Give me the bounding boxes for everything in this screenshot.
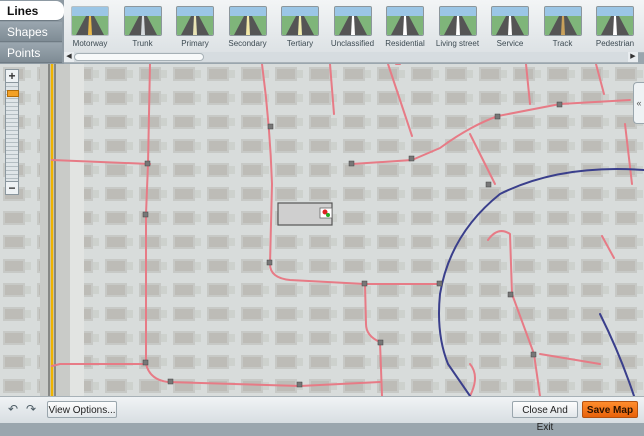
map-image: [0, 64, 644, 396]
road-type-label: Living street: [435, 39, 480, 48]
tab-shapes[interactable]: Shapes: [0, 22, 62, 42]
close-and-exit-button[interactable]: Close And Exit: [512, 401, 578, 433]
secondary-road-icon: [228, 6, 267, 36]
road-type-label: Track: [552, 39, 573, 48]
road-type-label: Secondary: [228, 39, 267, 48]
tertiary-road-icon: [281, 6, 319, 36]
view-options-button[interactable]: View Options...: [47, 401, 117, 418]
road-type-motorway[interactable]: Motorway: [64, 6, 118, 50]
redo-icon[interactable]: ↷: [24, 401, 38, 418]
zoom-out-button[interactable]: −: [5, 181, 19, 195]
scroll-right-arrow-icon[interactable]: ▶: [628, 52, 638, 62]
road-type-label: Motorway: [72, 39, 108, 48]
road-type-secondary[interactable]: Secondary: [220, 6, 276, 50]
tab-lines[interactable]: Lines: [0, 1, 64, 21]
road-type-label: Service: [496, 39, 524, 48]
tab-points[interactable]: Points: [0, 43, 62, 63]
service-road-icon: [491, 6, 529, 36]
road-type-pedestrian[interactable]: Pedestrian: [587, 6, 638, 50]
road-type-list: Motorway Trunk Primary Secondary Tertiary Unc…: [64, 0, 638, 50]
road-type-residential[interactable]: Residential: [377, 6, 433, 50]
road-type-label: Pedestrian: [595, 39, 635, 48]
road-type-label: Trunk: [132, 39, 153, 48]
pedestrian-road-icon: [596, 6, 634, 36]
undo-icon[interactable]: ↶: [6, 401, 20, 418]
scroll-left-arrow-icon[interactable]: ◀: [64, 52, 74, 62]
zoom-control: + −: [5, 69, 19, 195]
map-canvas[interactable]: [0, 64, 644, 396]
road-type-trunk[interactable]: Trunk: [115, 6, 171, 50]
tool-tabs: Lines Shapes Points: [0, 0, 64, 64]
trunk-road-icon: [123, 6, 162, 36]
collapse-panel-icon[interactable]: «: [633, 82, 644, 124]
scroll-thumb[interactable]: [74, 53, 204, 61]
road-type-label: Tertiary: [286, 39, 314, 48]
road-type-unclassified[interactable]: Unclassified: [325, 6, 381, 50]
palette-scrollbar[interactable]: ◀ ▶: [64, 52, 638, 63]
road-type-tertiary[interactable]: Tertiary: [272, 6, 328, 50]
road-type-service[interactable]: Service: [482, 6, 538, 50]
road-type-palette: Motorway Trunk Primary Secondary Tertiary Unc…: [64, 0, 644, 53]
road-type-label: Residential: [385, 39, 425, 48]
zoom-slider-handle[interactable]: [7, 90, 19, 97]
road-type-label: Unclassified: [330, 39, 375, 48]
motorway-road-icon: [71, 6, 109, 36]
road-type-track[interactable]: Track: [535, 6, 591, 50]
track-road-icon: [543, 6, 582, 36]
bottom-toolbar: ↶ ↷ View Options... Close And Exit Save …: [0, 396, 644, 433]
zoom-slider[interactable]: [5, 83, 19, 181]
primary-road-icon: [176, 6, 214, 36]
unclassified-road-icon: [333, 6, 372, 36]
road-type-primary[interactable]: Primary: [167, 6, 223, 50]
living-street-icon: [438, 6, 477, 36]
road-type-living-street[interactable]: Living street: [430, 6, 486, 50]
residential-road-icon: [386, 6, 424, 36]
save-map-button[interactable]: Save Map: [582, 401, 638, 418]
zoom-in-button[interactable]: +: [5, 69, 19, 83]
road-type-label: Primary: [181, 39, 209, 48]
